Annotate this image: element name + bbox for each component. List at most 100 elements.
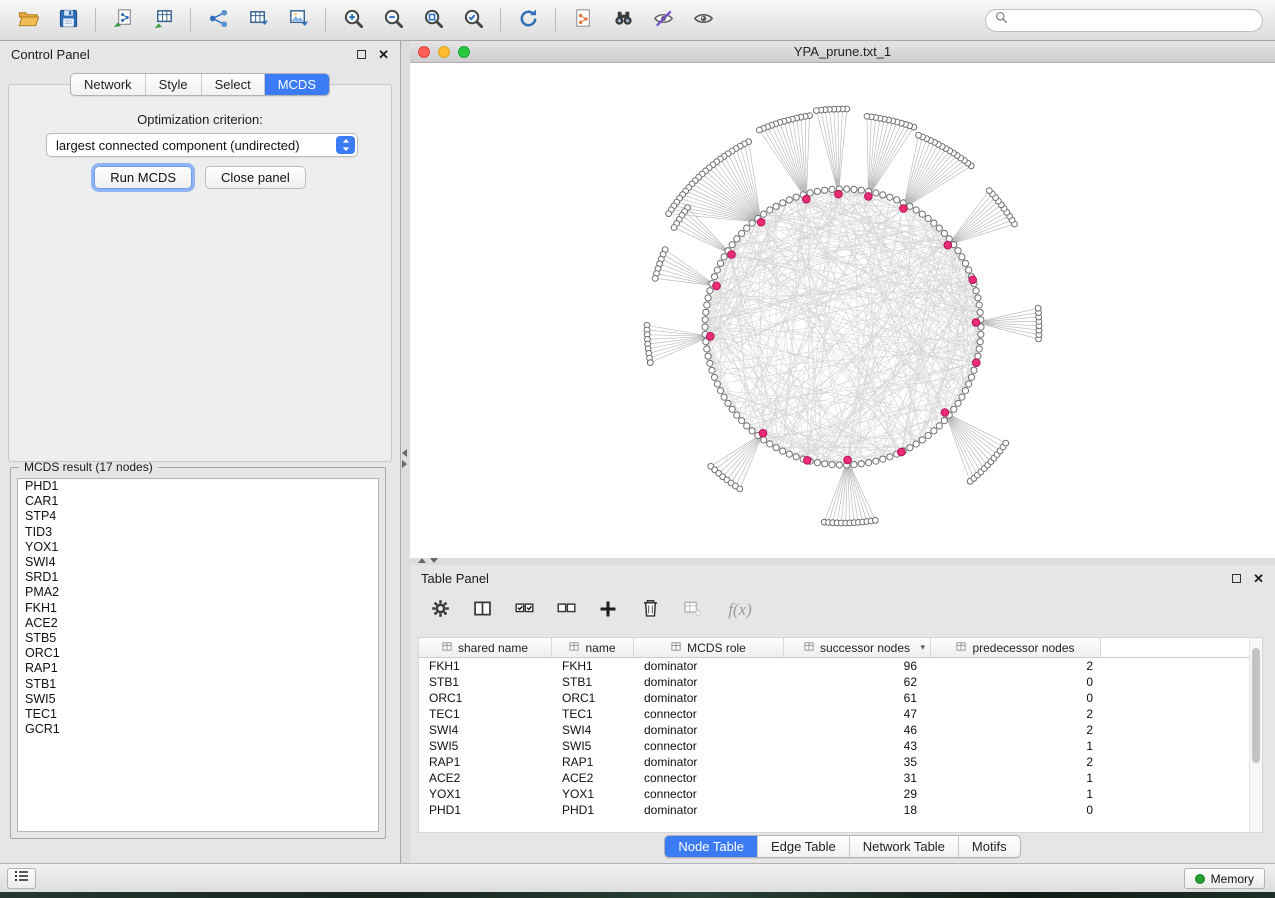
folder-open-button[interactable] [12,5,44,35]
mcds-result-item[interactable]: RAP1 [18,661,378,676]
mcds-result-item[interactable]: SRD1 [18,570,378,585]
mcds-result-item[interactable]: SWI5 [18,692,378,707]
hsplitter-collapse-arrows[interactable] [418,558,438,563]
table-row[interactable]: STB1STB1dominator620 [419,674,1262,690]
run-mcds-button[interactable]: Run MCDS [94,166,192,189]
first-neighbors-button[interactable] [607,5,639,35]
table-row[interactable]: SWI5SWI5connector431 [419,738,1262,754]
table-tab-motifs[interactable]: Motifs [958,836,1020,857]
function-button[interactable]: f(x) [720,596,760,624]
table-row[interactable]: SWI4SWI4dominator462 [419,722,1262,738]
new-network-button[interactable] [202,5,234,35]
table-scrollbar[interactable] [1249,638,1262,832]
column-header-predecessor-nodes[interactable]: predecessor nodes [931,638,1101,658]
search-box[interactable] [985,9,1263,32]
fit-content-icon [422,7,445,33]
fit-content-button[interactable] [417,5,449,35]
zoom-out-icon [382,7,405,33]
criterion-dropdown[interactable]: largest connected component (undirected) [46,133,358,157]
delete-button[interactable] [636,596,664,624]
table-tab-node-table[interactable]: Node Table [665,836,757,857]
zoom-selected-button[interactable] [457,5,489,35]
import-network-button[interactable] [107,5,139,35]
show-all-button[interactable] [687,5,719,35]
mcds-result-item[interactable]: PHD1 [18,479,378,494]
mcds-result-item[interactable]: CAR1 [18,494,378,509]
tab-network[interactable]: Network [71,74,145,95]
mcds-result-item[interactable]: SWI4 [18,555,378,570]
window-minimize-button[interactable] [438,46,450,58]
close-table-panel-icon[interactable]: ✕ [1253,572,1264,585]
close-panel-button[interactable]: Close panel [205,166,306,189]
deselect-all-button[interactable] [552,596,580,624]
table-row[interactable]: ACE2ACE2connector311 [419,770,1262,786]
zoom-out-button[interactable] [377,5,409,35]
save-button[interactable] [52,5,84,35]
cell-successors: 62 [784,675,931,689]
hide-selected-button[interactable] [647,5,679,35]
tab-select[interactable]: Select [201,74,264,95]
mcds-result-item[interactable]: FKH1 [18,601,378,616]
mcds-result-item[interactable]: ACE2 [18,616,378,631]
window-close-button[interactable] [418,46,430,58]
search-input[interactable] [1014,13,1253,27]
mcds-result-item[interactable]: STB1 [18,677,378,692]
table-tab-network-table[interactable]: Network Table [849,836,958,857]
tab-mcds[interactable]: MCDS [264,74,329,95]
column-menu-chevron-icon[interactable]: ▾ [920,642,925,653]
table-row[interactable]: TEC1TEC1connector472 [419,706,1262,722]
table-panel-tabbar: Node TableEdge TableNetwork TableMotifs [410,835,1275,858]
mcds-result-item[interactable]: ORC1 [18,646,378,661]
horizontal-splitter[interactable] [410,558,1275,565]
export-table-button[interactable] [242,5,274,35]
collapse-left-icon[interactable] [402,449,407,457]
memory-button[interactable]: Memory [1184,868,1265,889]
select-all-button[interactable] [510,596,538,624]
export-image-button[interactable] [282,5,314,35]
refresh-button[interactable] [512,5,544,35]
collapse-right-icon[interactable] [402,460,407,468]
collapse-up-icon[interactable] [418,558,426,563]
gear-button[interactable] [426,596,454,624]
mcds-result-list[interactable]: PHD1CAR1STP4TID3YOX1SWI4SRD1PMA2FKH1ACE2… [17,478,379,832]
table-tab-edge-table[interactable]: Edge Table [757,836,849,857]
table-row[interactable]: FKH1FKH1dominator962 [419,658,1262,674]
close-panel-icon[interactable]: ✕ [378,48,389,61]
network-nodes[interactable] [644,106,1042,526]
cell-role: dominator [634,675,784,689]
mcds-result-item[interactable]: GCR1 [18,722,378,737]
zoom-in-button[interactable] [337,5,369,35]
import-table-button[interactable] [147,5,179,35]
mcds-result-item[interactable]: TEC1 [18,707,378,722]
table-row[interactable]: YOX1YOX1connector291 [419,786,1262,802]
column-button[interactable] [468,596,496,624]
table-row[interactable]: RAP1RAP1dominator352 [419,754,1262,770]
column-header-MCDS-role[interactable]: MCDS role [634,638,784,658]
scrollbar-thumb[interactable] [1252,648,1260,763]
mcds-result-item[interactable]: YOX1 [18,540,378,555]
status-menu-button[interactable] [7,868,36,889]
tab-style[interactable]: Style [145,74,201,95]
float-table-panel-button[interactable] [1232,574,1241,583]
column-header-successor-nodes[interactable]: successor nodes▾ [784,638,931,658]
window-zoom-button[interactable] [458,46,470,58]
import-disabled-button[interactable] [678,596,706,624]
network-view-canvas[interactable] [410,63,1275,558]
column-header-shared-name[interactable]: shared name [419,638,552,658]
table-row[interactable]: ORC1ORC1dominator610 [419,690,1262,706]
mcds-result-item[interactable]: TID3 [18,525,378,540]
splitter-collapse-arrows[interactable] [402,449,407,468]
list-menu-icon [13,868,30,889]
cell-successors: 31 [784,771,931,785]
float-panel-button[interactable] [357,50,366,59]
collapse-down-icon[interactable] [430,558,438,563]
mcds-result-item[interactable]: PMA2 [18,585,378,600]
table-row[interactable]: PHD1PHD1dominator180 [419,802,1262,818]
mcds-result-item[interactable]: STB5 [18,631,378,646]
cell-predecessors: 0 [931,691,1101,705]
add-button[interactable] [594,596,622,624]
mcds-result-item[interactable]: STP4 [18,509,378,524]
network-doc-button[interactable] [567,5,599,35]
vertical-splitter[interactable] [401,41,410,863]
column-header-name[interactable]: name [552,638,634,658]
